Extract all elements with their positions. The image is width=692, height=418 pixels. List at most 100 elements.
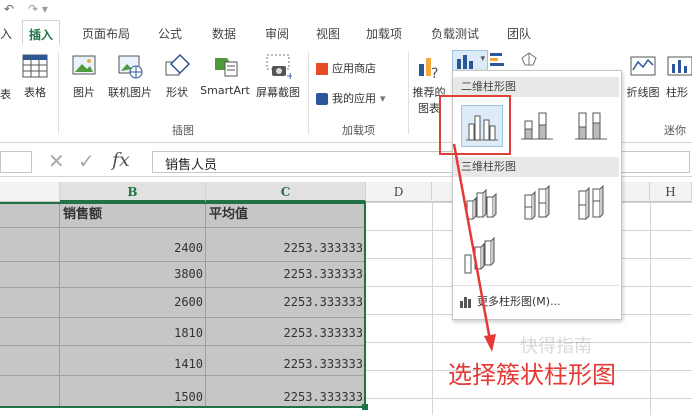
tab-partial[interactable]: 入 <box>0 25 12 42</box>
average-cell[interactable]: 2253.333333 <box>206 288 366 318</box>
formula-buttons: ✕ ✓ fx <box>44 149 144 173</box>
group-separator <box>58 52 59 134</box>
smartart-button[interactable]: SmartArt <box>198 52 252 97</box>
average-cell[interactable]: 2253.333333 <box>206 376 366 408</box>
svg-text:?: ? <box>431 66 438 80</box>
shapes-button[interactable]: 形状 <box>160 52 194 100</box>
line-chart-button[interactable]: 折线图 <box>625 52 661 100</box>
annotation-text: 选择簇状柱形图 <box>448 361 616 389</box>
average-cell[interactable]: 2253.333333 <box>206 262 366 288</box>
grid-line <box>432 202 433 415</box>
3d-percent-stacked-column-icon <box>578 184 604 220</box>
average-cell[interactable]: 2253.333333 <box>206 318 366 346</box>
table-button[interactable]: 表格 <box>18 52 52 100</box>
recommended-charts-icon: ? <box>419 58 438 80</box>
name-box[interactable] <box>0 151 32 173</box>
app-store-label: 应用商店 <box>332 62 376 75</box>
tab-page-layout[interactable]: 页面布局 <box>82 25 130 42</box>
column-chart-icon <box>457 55 473 69</box>
3d-stacked-column-icon <box>524 184 550 220</box>
column-header-d[interactable]: D <box>366 182 432 202</box>
section-2d-column: 二维柱形图 <box>453 77 619 97</box>
sales-cell[interactable]: 1500 <box>60 376 206 408</box>
ribbon-tabs: 入 插入 页面布局 公式 数据 审阅 视图 加载项 负载测试 团队 <box>0 20 692 47</box>
online-picture-icon <box>118 55 143 79</box>
shapes-icon <box>165 53 191 76</box>
screenshot-button[interactable]: + 屏幕截图 <box>254 52 302 100</box>
enter-icon[interactable]: ✓ <box>78 149 95 173</box>
redo-button[interactable]: ↷ ▾ <box>28 2 48 16</box>
quick-access-toolbar: ↶ ↷ ▾ <box>0 0 692 20</box>
column-sparkline-icon <box>667 56 692 76</box>
column-header-h[interactable]: H <box>650 182 692 202</box>
tab-review[interactable]: 审阅 <box>265 25 289 42</box>
my-apps-icon <box>316 93 328 105</box>
header-cell-average[interactable]: 平均值 <box>206 202 366 228</box>
sales-cell[interactable]: 2600 <box>60 288 206 318</box>
sparklines-group-label: 迷你 <box>664 124 686 137</box>
cell[interactable] <box>0 228 60 262</box>
tab-insert[interactable]: 插入 <box>22 20 61 45</box>
cell[interactable] <box>0 202 60 228</box>
online-picture-button[interactable]: 联机图片 <box>104 52 156 100</box>
annotation-arrow-icon <box>452 143 496 352</box>
grid-line <box>650 202 651 415</box>
column-sparkline-button[interactable]: 柱形 <box>666 52 692 100</box>
screenshot-label: 屏幕截图 <box>256 86 300 99</box>
cell[interactable] <box>0 288 60 318</box>
stacked-column-icon <box>521 112 553 140</box>
tab-addins[interactable]: 加载项 <box>366 25 402 42</box>
tab-data[interactable]: 数据 <box>212 25 236 42</box>
tab-formulas[interactable]: 公式 <box>158 25 182 42</box>
sales-cell[interactable]: 3800 <box>60 262 206 288</box>
header-cell-sales[interactable]: 销售额 <box>60 202 206 228</box>
bar-chart-icon <box>490 53 504 66</box>
tab-view[interactable]: 视图 <box>316 25 340 42</box>
table-icon <box>22 54 48 78</box>
line-chart-label: 折线图 <box>626 86 660 99</box>
3d-percent-stacked-column-option[interactable] <box>571 183 611 223</box>
average-cell[interactable]: 2253.333333 <box>206 346 366 376</box>
bar-chart-dropdown[interactable] <box>490 52 514 68</box>
partial-button[interactable]: 表 <box>0 86 11 102</box>
shapes-label: 形状 <box>166 86 188 99</box>
my-apps-label: 我的应用 <box>332 92 376 105</box>
picture-label: 图片 <box>73 86 95 99</box>
stacked-column-option[interactable] <box>517 105 557 145</box>
picture-button[interactable]: 图片 <box>68 52 100 100</box>
sales-cell[interactable]: 1410 <box>60 346 206 376</box>
undo-button[interactable]: ↶ <box>4 2 14 16</box>
cell[interactable] <box>0 376 60 408</box>
table-label: 表格 <box>24 86 46 99</box>
column-header-c[interactable]: C <box>206 182 366 202</box>
cell[interactable] <box>0 318 60 346</box>
my-apps-dropdown-icon: ▾ <box>380 92 386 105</box>
line-sparkline-icon <box>630 56 656 76</box>
sales-cell[interactable]: 2400 <box>60 228 206 262</box>
cancel-icon[interactable]: ✕ <box>48 149 65 173</box>
sales-cell[interactable]: 1810 <box>60 318 206 346</box>
picture-icon <box>72 55 96 75</box>
column-dropdown-arrow-icon: ▾ <box>480 54 485 64</box>
column-sparkline-label: 柱形 <box>666 86 688 99</box>
cell[interactable] <box>0 346 60 376</box>
percent-stacked-column-option[interactable] <box>571 105 611 145</box>
column-header-b[interactable]: B <box>60 182 206 202</box>
group-separator <box>408 52 409 134</box>
column-header-a[interactable] <box>0 182 60 202</box>
average-cell[interactable]: 2253.333333 <box>206 228 366 262</box>
tab-load-test[interactable]: 负载测试 <box>431 25 479 42</box>
screenshot-icon: + <box>266 54 292 80</box>
app-store-button[interactable]: 应用商店 <box>316 60 376 76</box>
percent-stacked-column-icon <box>575 112 607 140</box>
addins-group-label: 加载项 <box>342 124 375 137</box>
tab-team[interactable]: 团队 <box>507 25 531 42</box>
insert-function-icon[interactable]: fx <box>112 149 130 171</box>
smartart-icon <box>215 58 238 77</box>
cell[interactable] <box>0 262 60 288</box>
3d-stacked-column-option[interactable] <box>517 183 557 223</box>
scatter-chart-dropdown[interactable] <box>520 52 544 68</box>
my-apps-button[interactable]: 我的应用 ▾ <box>316 90 386 106</box>
column-chart-dropdown[interactable]: ▾ <box>452 50 488 72</box>
store-bag-icon <box>316 63 328 75</box>
